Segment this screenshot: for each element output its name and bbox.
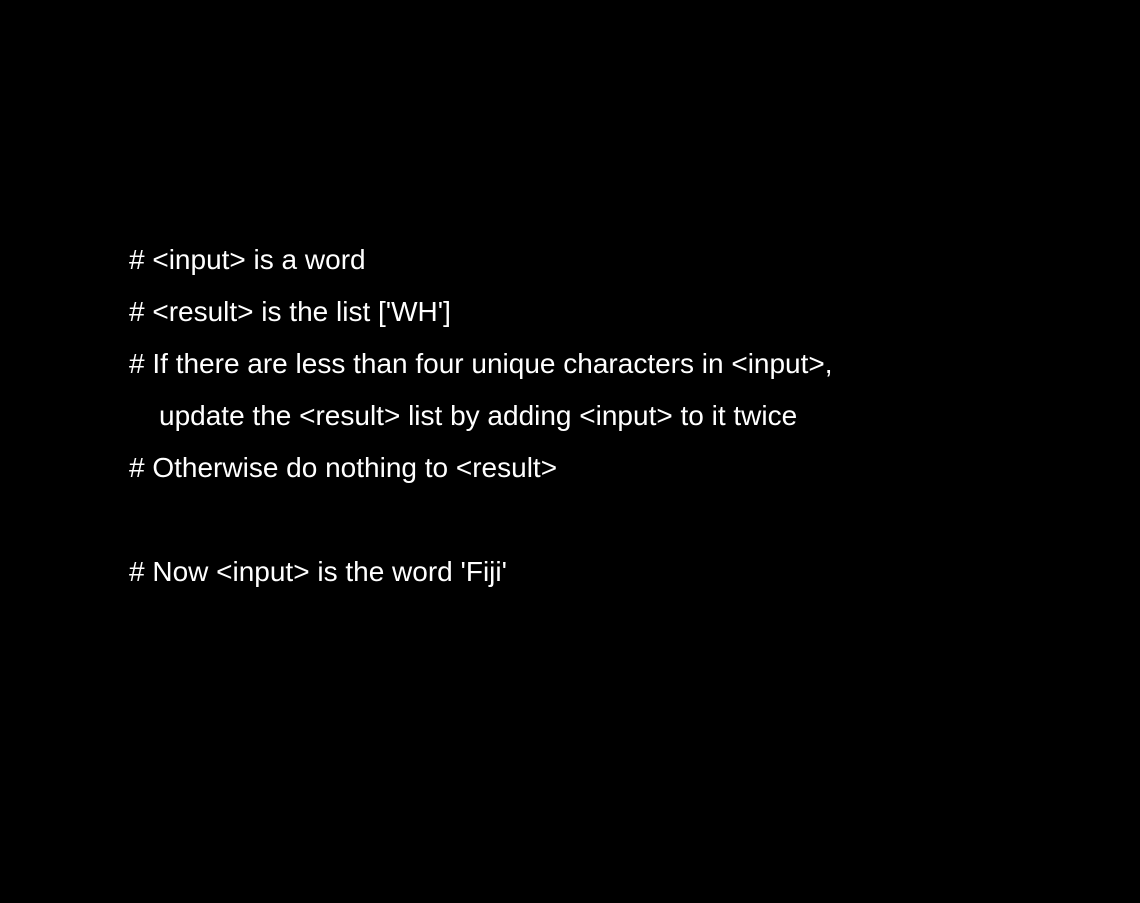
instruction-text-block: # <input> is a word # <result> is the li… [129,234,1089,598]
comment-line-input-definition: # <input> is a word [129,244,366,275]
slide-canvas: # <input> is a word # <result> is the li… [0,0,1140,903]
comment-line-condition: # If there are less than four unique cha… [129,348,833,379]
comment-line-result-definition: # <result> is the list ['WH'] [129,296,451,327]
comment-line-current-input: # Now <input> is the word 'Fiji' [129,556,507,587]
comment-line-otherwise: # Otherwise do nothing to <result> [129,452,558,483]
comment-line-condition-action: update the <result> list by adding <inpu… [159,400,798,431]
